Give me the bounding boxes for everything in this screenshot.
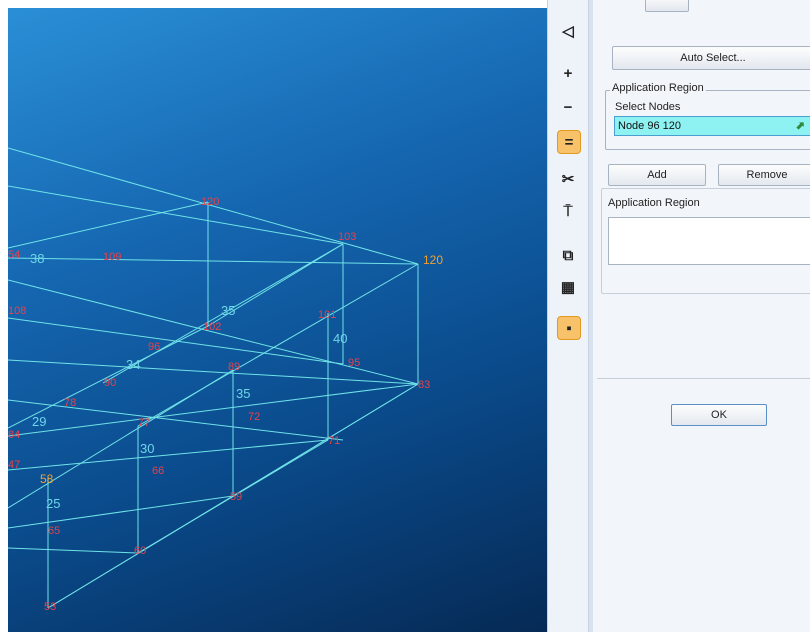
node-label: 66 xyxy=(152,465,164,477)
remove-button[interactable]: Remove xyxy=(718,164,810,186)
node-label: 120 xyxy=(201,196,219,208)
node-label: 90 xyxy=(104,377,116,389)
select-nodes-label: Select Nodes xyxy=(615,101,681,113)
node-label: 84 xyxy=(8,429,20,441)
node-label: 30 xyxy=(140,441,154,456)
mesh-edge xyxy=(232,383,419,497)
mesh-edge xyxy=(8,185,344,245)
node-label: 83 xyxy=(418,379,430,391)
node-value: Node 96 120 xyxy=(618,120,681,132)
node-label: 54 xyxy=(8,249,20,261)
auto-select-button[interactable]: Auto Select... xyxy=(612,46,810,70)
mesh-edge xyxy=(8,257,419,265)
node-label: 58 xyxy=(40,472,54,486)
mesh-edge xyxy=(8,201,209,249)
node-label: 65 xyxy=(48,525,60,537)
node-label: 101 xyxy=(318,309,336,321)
node-label: 29 xyxy=(32,414,46,429)
node-label: 120 xyxy=(423,253,443,267)
node-label: 72 xyxy=(248,411,260,423)
region-frame xyxy=(601,188,810,294)
node-label: 60 xyxy=(134,545,146,557)
copy-icon[interactable]: ⧉ xyxy=(557,244,579,266)
node-label: 71 xyxy=(328,435,340,447)
3d-viewport[interactable]: 120 103 109 108 102 101 95 96 90 89 83 84 78 72 77 71 66… xyxy=(8,8,547,632)
add-button[interactable]: Add xyxy=(608,164,706,186)
equal-icon[interactable]: = xyxy=(557,130,581,154)
node-icon[interactable]: ▪ xyxy=(557,316,581,340)
properties-panel: Auto Select... Application Region Select… xyxy=(589,0,810,632)
node-label: 77 xyxy=(138,417,150,429)
node-label: 102 xyxy=(203,321,221,333)
ok-button[interactable]: OK xyxy=(671,404,767,426)
filter-icon[interactable]: ⍑ xyxy=(557,200,579,222)
mesh-edge xyxy=(8,369,234,509)
view-toolbar: ◁ + − = ✂ ⍑ ⧉ ▦ ▪ xyxy=(547,0,589,632)
top-button[interactable] xyxy=(645,0,689,12)
group-title: Application Region xyxy=(610,82,706,94)
mesh-edge xyxy=(8,439,329,471)
scissors-icon[interactable]: ✂ xyxy=(557,168,579,190)
node-label: 47 xyxy=(8,459,20,471)
divider xyxy=(597,378,810,379)
mesh-edge xyxy=(8,383,419,437)
node-label: 34 xyxy=(126,357,140,372)
mesh-edge xyxy=(8,495,234,529)
mesh-wireframe[interactable]: 120 103 109 108 102 101 95 96 90 89 83 84 78 72 77 71 66… xyxy=(8,8,547,632)
node-label: 38 xyxy=(30,251,44,266)
node-label: 78 xyxy=(64,397,76,409)
mesh-edge xyxy=(8,399,344,441)
node-label: 108 xyxy=(8,305,26,317)
mesh-edge xyxy=(8,547,139,554)
node-label: 95 xyxy=(348,357,360,369)
pick-icon[interactable]: ⬈ xyxy=(796,117,805,135)
grid-icon[interactable]: ▦ xyxy=(557,276,579,298)
node-label: 25 xyxy=(46,496,60,511)
node-label: 35 xyxy=(236,386,250,401)
select-tool-icon[interactable]: ◁ xyxy=(557,20,579,42)
zoom-out-icon[interactable]: − xyxy=(557,96,579,118)
select-nodes-input[interactable]: Node 96 120 ⬈ xyxy=(614,116,810,136)
node-label: 96 xyxy=(148,341,160,353)
node-label: 40 xyxy=(333,331,347,346)
node-label: 53 xyxy=(44,601,56,613)
node-label: 59 xyxy=(230,491,242,503)
node-label: 103 xyxy=(338,231,356,243)
node-label: 35 xyxy=(221,303,235,318)
node-label: 109 xyxy=(103,251,121,263)
node-label: 89 xyxy=(228,361,240,373)
zoom-in-icon[interactable]: + xyxy=(557,62,579,84)
